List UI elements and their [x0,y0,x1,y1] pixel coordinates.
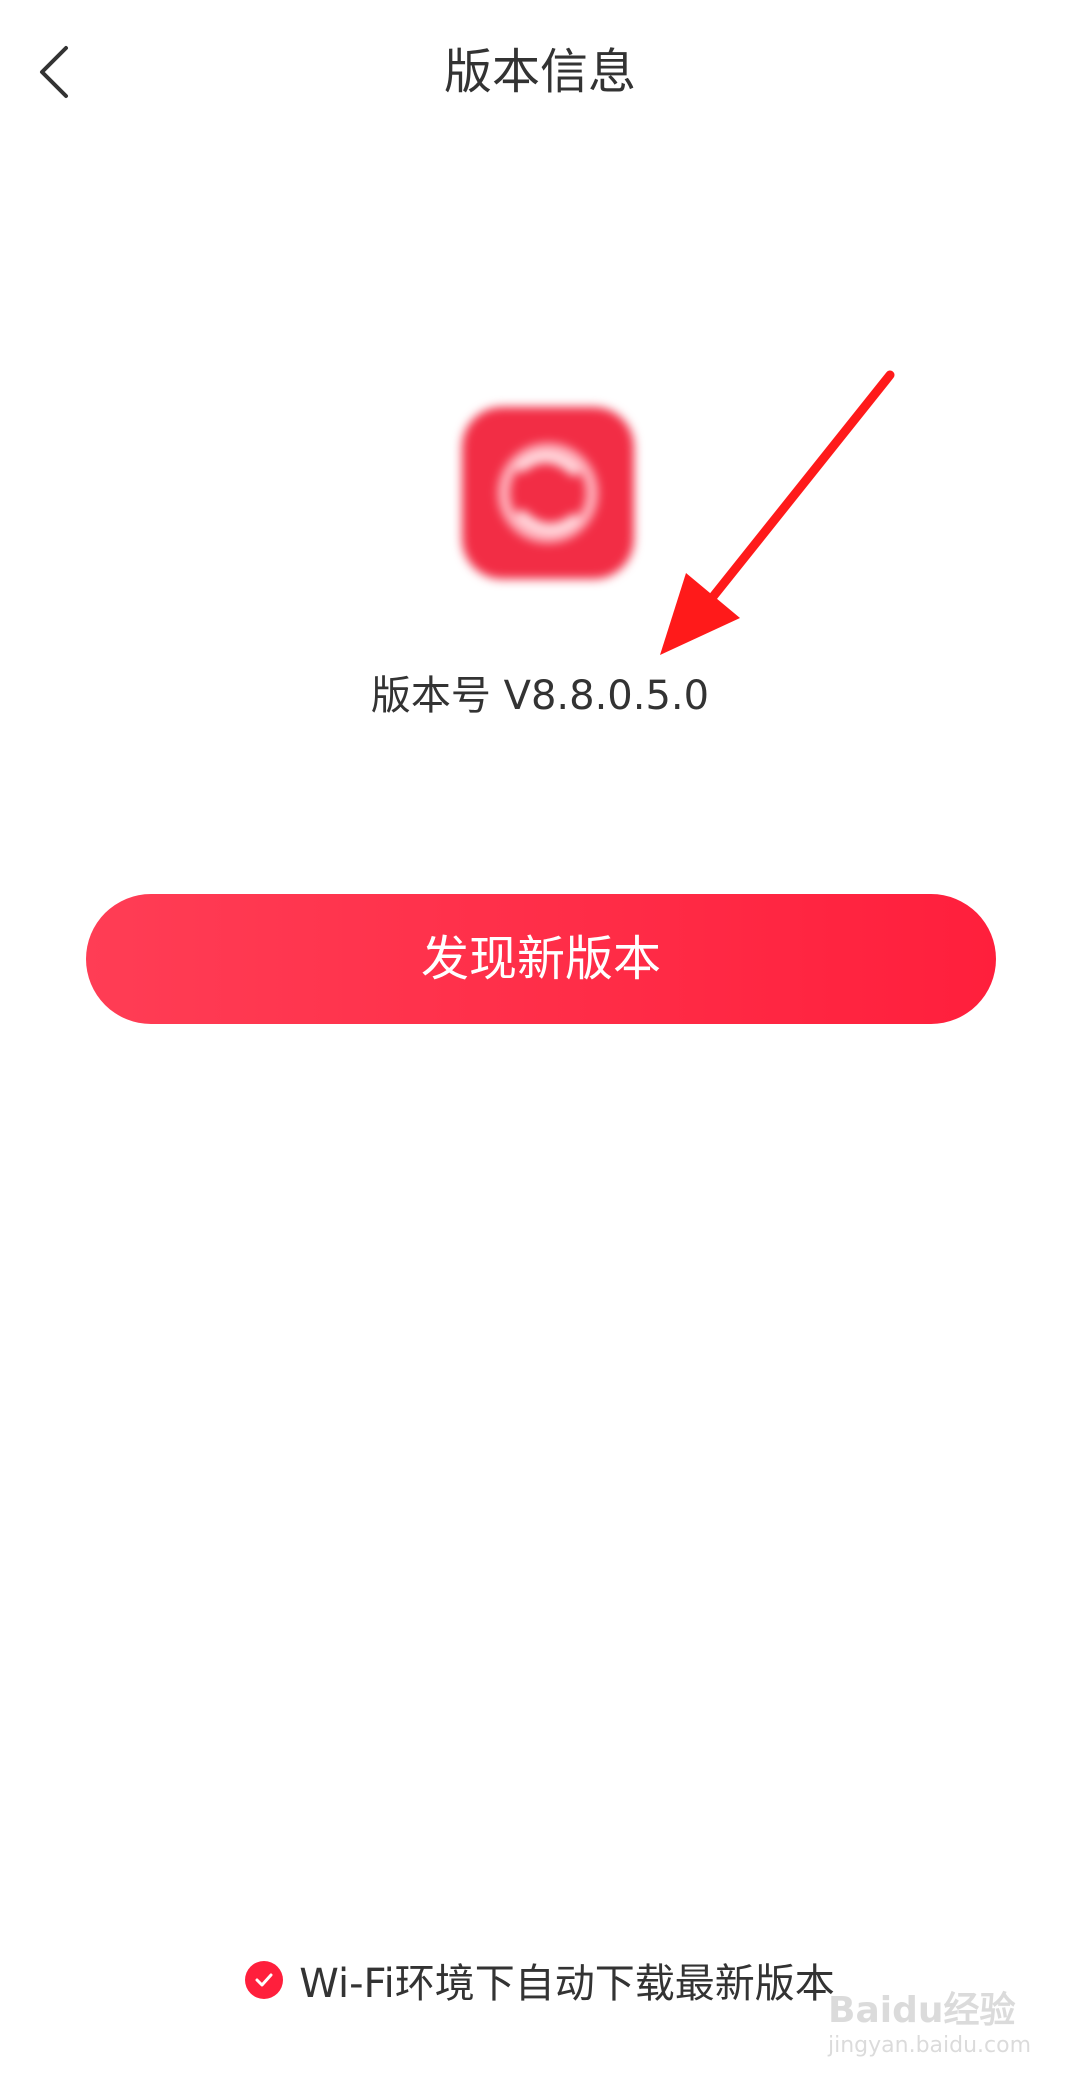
watermark-text: Baidu经验 [828,1990,1016,2031]
checkbox-checked-icon[interactable] [245,1961,284,1999]
watermark-url: jingyan.baidu.com [828,2033,1032,2058]
check-update-button[interactable]: 发现新版本 [86,894,996,1024]
app-logo-icon [462,407,634,579]
auto-download-label: Wi-Fi环境下自动下载最新版本 [299,1961,835,2007]
header: 版本信息 [0,0,1080,150]
page-title: 版本信息 [443,44,636,100]
version-label: 版本号 V8.8.0.5.0 [370,673,710,719]
annotation-arrow-icon [660,370,895,655]
watermark: Baidu经验 jingyan.baidu.com [828,1981,1032,2071]
